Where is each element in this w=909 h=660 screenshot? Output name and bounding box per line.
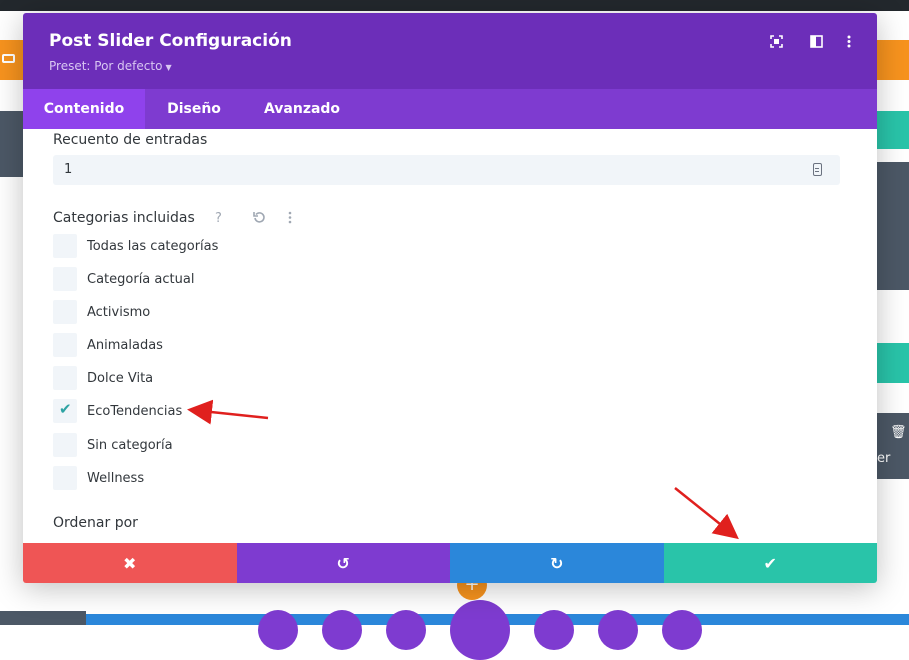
arrow-to-ecotendencias — [187, 399, 269, 425]
annotation-arrows — [187, 399, 739, 540]
arrow-to-save-button — [674, 487, 739, 540]
